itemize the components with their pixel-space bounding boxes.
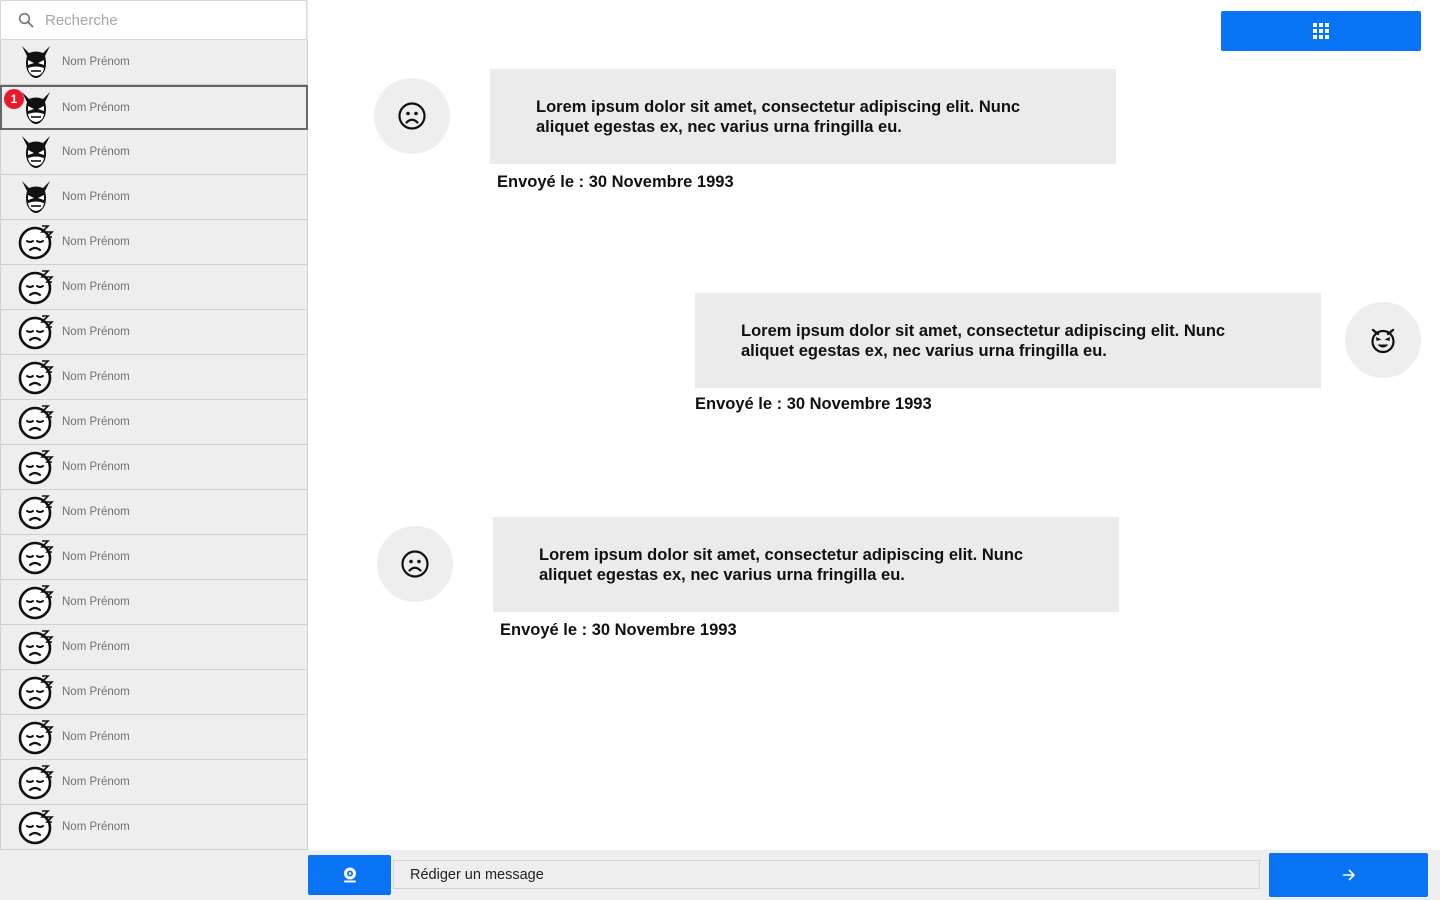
contact-item[interactable]: Nom Prénom (0, 310, 308, 355)
contact-item[interactable]: Nom Prénom (0, 265, 308, 310)
contact-name: Nom Prénom (62, 596, 130, 608)
contact-name: Nom Prénom (62, 281, 130, 293)
message-avatar (374, 78, 450, 154)
devil-face-icon (1371, 328, 1395, 354)
message-text: Lorem ipsum dolor sit amet, consectetur … (536, 98, 1021, 136)
sleeping-face-icon (18, 810, 54, 845)
sleeping-face-icon (18, 360, 54, 395)
message-text: Lorem ipsum dolor sit amet, consectetur … (741, 322, 1226, 360)
contact-name: Nom Prénom (62, 776, 130, 788)
contact-name: Nom Prénom (62, 641, 130, 653)
message-bubble: Lorem ipsum dolor sit amet, consectetur … (493, 517, 1119, 612)
frowning-face-icon (398, 102, 426, 130)
wolverine-icon (22, 136, 50, 168)
sleeping-face-icon (18, 495, 54, 530)
contact-item[interactable]: Nom Prénom (0, 490, 308, 535)
contact-name: Nom Prénom (62, 461, 130, 473)
arrow-right-icon (1342, 869, 1355, 881)
sleeping-face-icon (18, 315, 54, 350)
sleeping-face-icon (18, 720, 54, 755)
sleeping-face-icon (18, 405, 54, 440)
message-timestamp: Envoyé le : 30 Novembre 1993 (497, 173, 734, 191)
message-bubble: Lorem ipsum dolor sit amet, consectetur … (490, 69, 1116, 164)
message-input[interactable] (410, 866, 1259, 883)
sleeping-face-icon (18, 675, 54, 710)
message-compose-box[interactable] (393, 860, 1260, 889)
contact-item[interactable]: Nom Prénom (0, 805, 308, 850)
contact-name: Nom Prénom (62, 146, 130, 158)
contact-item[interactable]: Nom Prénom (0, 625, 308, 670)
message-bubble: Lorem ipsum dolor sit amet, consectetur … (695, 293, 1321, 388)
sleeping-face-icon (18, 270, 54, 305)
webcam-icon (343, 867, 356, 883)
contact-item[interactable]: Nom Prénom (0, 40, 308, 85)
sleeping-face-icon (18, 540, 54, 575)
webcam-button[interactable] (308, 855, 391, 895)
unread-badge: 1 (4, 89, 24, 109)
contact-name: Nom Prénom (62, 191, 130, 203)
contact-name: Nom Prénom (62, 686, 130, 698)
contact-item[interactable]: Nom Prénom (0, 400, 308, 445)
contact-name: Nom Prénom (62, 236, 130, 248)
sleeping-face-icon (18, 630, 54, 665)
search-icon (18, 12, 34, 28)
search-box[interactable] (0, 0, 307, 40)
message-avatar (1345, 302, 1421, 378)
frowning-face-icon (401, 550, 429, 578)
contact-item[interactable]: Nom Prénom (0, 445, 308, 490)
contact-name: Nom Prénom (62, 551, 130, 563)
message-timestamp: Envoyé le : 30 Novembre 1993 (500, 621, 737, 639)
message-avatar (377, 526, 453, 602)
wolverine-icon (22, 181, 50, 213)
contact-name: Nom Prénom (62, 101, 130, 114)
apps-grid-button[interactable] (1221, 11, 1421, 51)
message-timestamp: Envoyé le : 30 Novembre 1993 (695, 395, 932, 413)
contact-item[interactable]: Nom Prénom (0, 130, 308, 175)
contact-name: Nom Prénom (62, 821, 130, 833)
contact-item[interactable]: Nom Prénom (0, 715, 308, 760)
contact-name: Nom Prénom (62, 371, 130, 383)
sleeping-face-icon (18, 225, 54, 260)
contact-item[interactable]: Nom Prénom (0, 175, 308, 220)
message-text: Lorem ipsum dolor sit amet, consectetur … (539, 546, 1024, 584)
sleeping-face-icon (18, 765, 54, 800)
contact-item[interactable]: Nom Prénom (0, 670, 308, 715)
search-input[interactable] (45, 11, 285, 29)
contact-item[interactable]: Nom Prénom (0, 535, 308, 580)
contacts-sidebar: Nom Prénom Nom Prénom 1 Nom Prénom Nom Pr… (0, 0, 308, 900)
send-button[interactable] (1269, 853, 1428, 897)
contact-item[interactable]: Nom Prénom (0, 580, 308, 625)
contact-name: Nom Prénom (62, 326, 130, 338)
contact-name: Nom Prénom (62, 416, 130, 428)
contact-name: Nom Prénom (62, 506, 130, 518)
contact-item[interactable]: Nom Prénom 1 (0, 85, 308, 130)
contact-item[interactable]: Nom Prénom (0, 760, 308, 805)
grid-icon (1313, 23, 1329, 39)
sleeping-face-icon (18, 450, 54, 485)
contact-name: Nom Prénom (62, 56, 130, 68)
contact-list: Nom Prénom Nom Prénom 1 Nom Prénom Nom Pr… (0, 40, 308, 850)
contact-name: Nom Prénom (62, 731, 130, 743)
contact-item[interactable]: Nom Prénom (0, 355, 308, 400)
contact-item[interactable]: Nom Prénom (0, 220, 308, 265)
sleeping-face-icon (18, 585, 54, 620)
wolverine-icon (22, 46, 50, 78)
